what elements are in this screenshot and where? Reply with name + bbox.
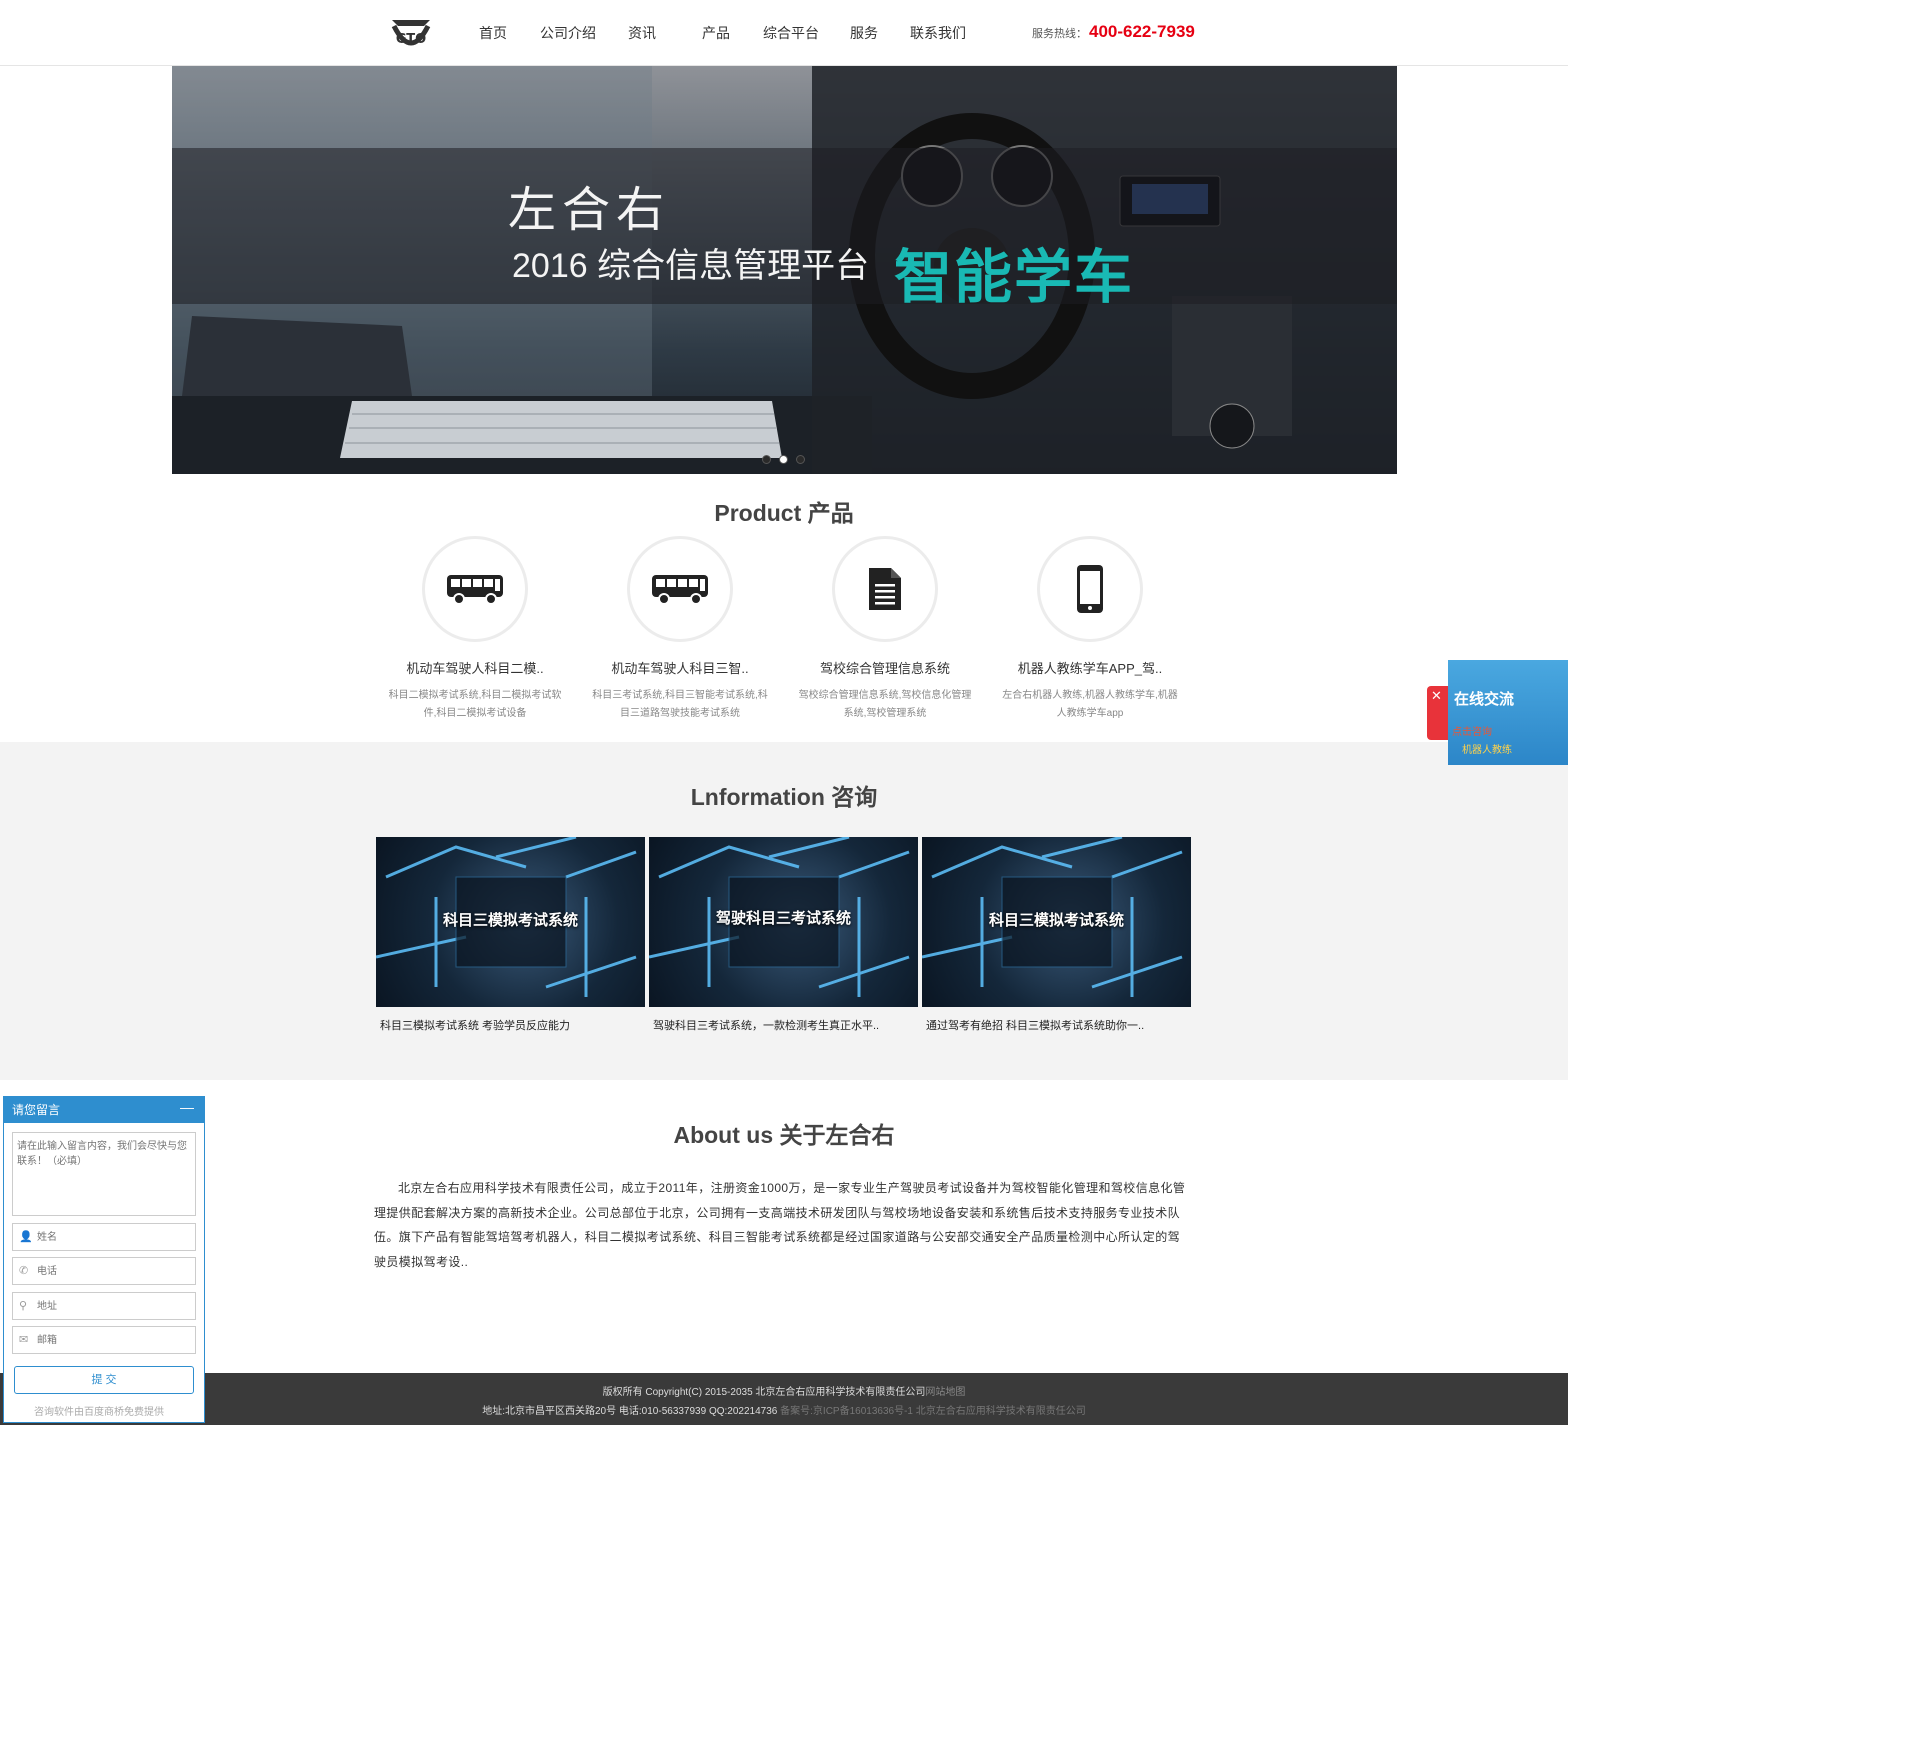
site-header: GTO 首页 公司介绍 资讯 产品 综合平台 服务 联系我们 服务热线： 400-… — [0, 0, 1568, 66]
main-nav: 首页 公司介绍 资讯 产品 综合平台 服务 联系我们 — [460, 0, 972, 66]
slider-dot[interactable] — [762, 455, 771, 464]
svg-text:GTO: GTO — [396, 32, 426, 47]
company-logo[interactable]: GTO — [388, 12, 434, 56]
site-footer: 版权所有 Copyright(C) 2015-2035 北京左合右应用科学技术有… — [0, 1373, 1568, 1425]
online-chat-float[interactable]: 在线交流 点击咨询 机器人教练 — [1448, 660, 1568, 765]
news-card-image[interactable]: 科目三模拟考试系统 — [922, 837, 1191, 1007]
service-hotline: 服务热线： 400-622-7939 — [1032, 22, 1195, 42]
email-input[interactable] — [37, 1331, 187, 1349]
banner-title: 左合右 — [508, 182, 671, 238]
phone-field[interactable]: ✆ — [12, 1257, 196, 1285]
news-card-title[interactable]: 科目三模拟考试系统 考验学员反应能力 — [376, 1017, 645, 1033]
product-name[interactable]: 机器人教练学车APP_驾.. — [990, 658, 1190, 677]
chat-float-subtitle[interactable]: 点击咨询 — [1452, 723, 1492, 738]
news-card-caption: 科目三模拟考试系统 — [442, 912, 578, 929]
footer-line-2: 地址:北京市昌平区西关路20号 电话:010-56337939 QQ:20221… — [0, 1402, 1568, 1417]
product-desc: 科目三考试系统,科目三智能考试系统,科目三道路驾驶技能考试系统 — [592, 690, 768, 719]
product-icon-circle[interactable] — [832, 536, 938, 642]
hotline-number: 400-622-7939 — [1089, 22, 1195, 41]
hotline-label: 服务热线： — [1032, 28, 1087, 40]
product-desc: 科目二模拟考试系统,科目二模拟考试软件,科目二模拟考试设备 — [388, 690, 562, 719]
nav-service[interactable]: 服务 — [824, 0, 904, 66]
nav-about-company[interactable]: 公司介绍 — [526, 0, 610, 66]
product-section-title: Product 产品 — [714, 500, 854, 526]
footer-sitemap-link[interactable]: 网站地图 — [925, 1387, 965, 1398]
product-icon-circle[interactable] — [627, 536, 733, 642]
message-widget-footer: 咨询软件由百度商桥免费提供 — [34, 1407, 164, 1418]
news-card-title[interactable]: 通过驾考有绝招 科目三模拟考试系统助你一.. — [922, 1017, 1191, 1033]
chat-float-robot[interactable]: 机器人教练 — [1462, 741, 1512, 756]
product-name[interactable]: 机动车驾驶人科目三智.. — [580, 658, 780, 677]
banner-subtitle: 2016 综合信息管理平台 — [512, 247, 870, 285]
envelope-icon: ✉ — [19, 1334, 29, 1346]
footer-copyright: 版权所有 Copyright(C) 2015-2035 北京左合右应用科学技术有… — [602, 1387, 926, 1398]
chat-float-title[interactable]: 在线交流 — [1454, 688, 1514, 709]
phone-input[interactable] — [37, 1262, 187, 1280]
address-input[interactable] — [37, 1297, 187, 1315]
phone-icon: ✆ — [19, 1265, 29, 1277]
product-name[interactable]: 机动车驾驶人科目二模.. — [375, 658, 575, 677]
about-text: 北京左合右应用科学技术有限责任公司，成立于2011年，注册资金1000万，是一家… — [374, 1181, 1186, 1269]
news-card-image[interactable]: 驾驶科目三考试系统 — [649, 837, 918, 1007]
message-textarea[interactable] — [12, 1132, 196, 1216]
location-pin-icon: ⚲ — [19, 1300, 28, 1312]
nav-products[interactable]: 产品 — [674, 0, 758, 66]
bus-icon — [447, 575, 503, 605]
product-item[interactable]: 机器人教练学车APP_驾.. 左合右机器人教练,机器人教练学车,机器人教练学车a… — [990, 536, 1190, 723]
nav-home[interactable]: 首页 — [460, 0, 526, 66]
product-item[interactable]: 机动车驾驶人科目三智.. 科目三考试系统,科目三智能考试系统,科目三道路驾驶技能… — [580, 536, 780, 723]
news-card[interactable]: 科目三模拟考试系统 通过驾考有绝招 科目三模拟考试系统助你一.. — [922, 837, 1191, 1033]
slider-dot-active[interactable] — [779, 455, 788, 464]
slider-dot[interactable] — [796, 455, 805, 464]
slider-dots — [762, 455, 805, 464]
footer-icp[interactable]: 备案号:京ICP备16013636号-1 北京左合右应用科学技术有限责任公司 — [780, 1406, 1086, 1417]
user-icon: 👤 — [19, 1231, 33, 1243]
footer-line-1: 版权所有 Copyright(C) 2015-2035 北京左合右应用科学技术有… — [0, 1383, 1568, 1398]
news-card[interactable]: 驾驶科目三考试系统 驾驶科目三考试系统，一款检测考生真正水平.. — [649, 837, 918, 1033]
document-icon — [869, 568, 901, 610]
name-input[interactable] — [37, 1228, 187, 1246]
product-icon-circle[interactable] — [1037, 536, 1143, 642]
news-card-caption: 驾驶科目三考试系统 — [715, 910, 851, 927]
message-widget-title: 请您留言 — [12, 1103, 61, 1117]
banner-accent: 智能学车 — [894, 245, 1135, 310]
message-widget-header[interactable]: 请您留言 — — [4, 1097, 204, 1123]
close-icon[interactable]: ✕ — [1431, 688, 1442, 704]
submit-button[interactable]: 提 交 — [14, 1366, 194, 1394]
news-card[interactable]: 科目三模拟考试系统 科目三模拟考试系统 考验学员反应能力 — [376, 837, 645, 1033]
news-card-caption: 科目三模拟考试系统 — [988, 912, 1124, 929]
footer-address: 地址:北京市昌平区西关路20号 电话:010-56337939 QQ:20221… — [482, 1406, 778, 1417]
address-field[interactable]: ⚲ — [12, 1292, 196, 1320]
news-card-image[interactable]: 科目三模拟考试系统 — [376, 837, 645, 1007]
product-item[interactable]: 驾校综合管理信息系统 驾校综合管理信息系统,驾校信息化管理系统,驾校管理系统 — [785, 536, 985, 723]
product-desc: 左合右机器人教练,机器人教练学车,机器人教练学车app — [1002, 690, 1178, 719]
email-field[interactable]: ✉ — [12, 1326, 196, 1354]
news-card-title[interactable]: 驾驶科目三考试系统，一款检测考生真正水平.. — [649, 1017, 918, 1033]
nav-platform[interactable]: 综合平台 — [758, 0, 824, 66]
nav-contact[interactable]: 联系我们 — [904, 0, 972, 66]
nav-news[interactable]: 资讯 — [610, 0, 674, 66]
about-section-title: About us 关于左合右 — [673, 1122, 895, 1148]
product-name[interactable]: 驾校综合管理信息系统 — [785, 658, 985, 677]
product-icon-circle[interactable] — [422, 536, 528, 642]
phone-icon — [1077, 565, 1103, 613]
product-desc: 驾校综合管理信息系统,驾校信息化管理系统,驾校管理系统 — [798, 690, 972, 719]
leave-message-widget: 请您留言 — 👤 ✆ ⚲ ✉ 提 交 咨询软件由百度商桥免费提供 — [3, 1096, 205, 1423]
name-field[interactable]: 👤 — [12, 1223, 196, 1251]
product-item[interactable]: 机动车驾驶人科目二模.. 科目二模拟考试系统,科目二模拟考试软件,科目二模拟考试… — [375, 536, 575, 723]
minimize-icon[interactable]: — — [180, 1094, 194, 1120]
information-section-title: Lnformation 咨询 — [690, 784, 878, 810]
bus-icon — [652, 575, 708, 605]
hero-banner[interactable]: 左合右 2016 综合信息管理平台 智能学车 — [172, 66, 1397, 474]
